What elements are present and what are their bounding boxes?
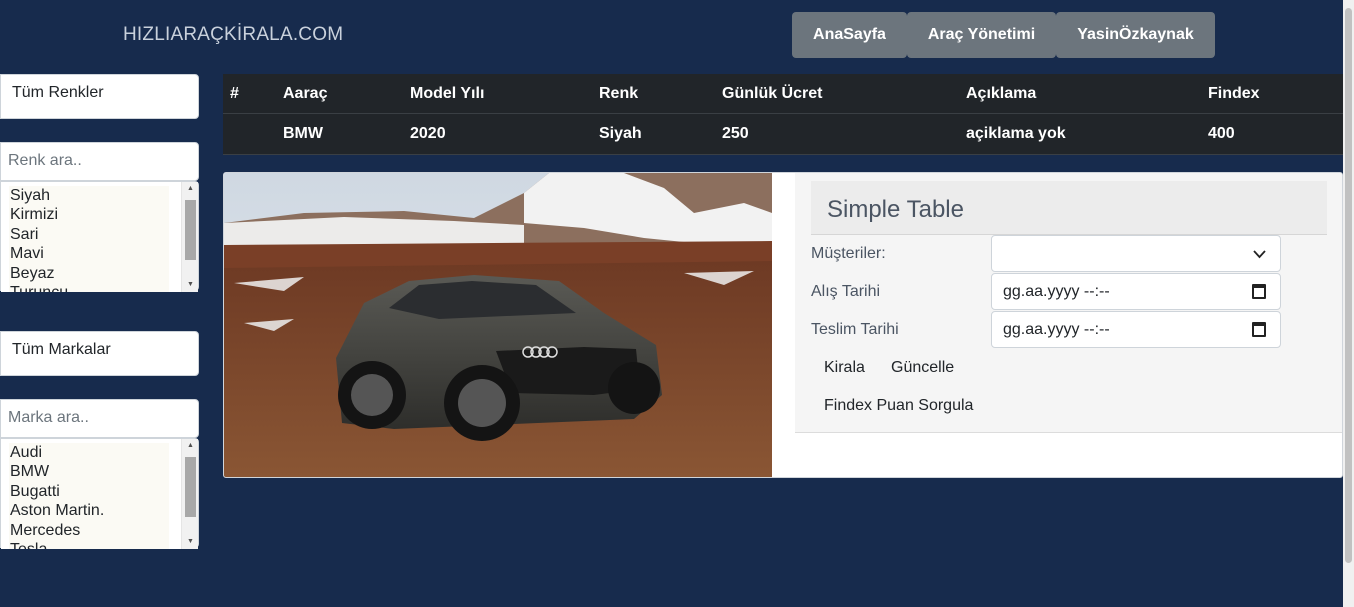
car-card: Simple Table Müşteriler: Alış Tarihi gg.…: [223, 172, 1343, 478]
scroll-down-icon[interactable]: ▼: [182, 278, 198, 292]
table-row: BMW 2020 Siyah 250 açiklama yok 400: [223, 114, 1343, 155]
all-colors-option[interactable]: Tüm Renkler: [0, 74, 199, 119]
customers-label: Müşteriler:: [811, 245, 886, 262]
cell-model-year: 2020: [410, 125, 446, 142]
color-search-input[interactable]: Renk ara..: [0, 142, 199, 181]
column-header: Aaraç: [283, 85, 328, 102]
pickup-date-label: Alış Tarihi: [811, 283, 881, 300]
page-scroll-thumb[interactable]: [1345, 8, 1352, 563]
calendar-icon[interactable]: [1252, 322, 1266, 337]
color-list[interactable]: Siyah Kirmizi Sari Mavi Beyaz Turuncu ▲ …: [0, 181, 199, 292]
brand-search-input[interactable]: Marka ara..: [0, 399, 199, 438]
nav-user-button[interactable]: YasinÖzkaynak: [1056, 12, 1215, 58]
color-option[interactable]: Beyaz: [9, 263, 169, 284]
cell-description: açiklama yok: [966, 125, 1066, 142]
color-search-placeholder: Renk ara..: [8, 152, 82, 169]
color-option[interactable]: Siyah: [9, 186, 169, 206]
pickup-date-input[interactable]: gg.aa.yyyy --:--: [991, 273, 1281, 310]
brand-title: HIZLIARAÇKİRALA.COM: [123, 24, 344, 45]
nav-home-button[interactable]: AnaSayfa: [792, 12, 907, 58]
color-option[interactable]: Turuncu: [9, 283, 169, 292]
scroll-thumb[interactable]: [185, 457, 196, 517]
cell-findex: 400: [1208, 125, 1235, 142]
column-header: #: [230, 85, 239, 102]
brand-search-placeholder: Marka ara..: [8, 409, 89, 426]
car-photo: [224, 173, 772, 477]
nav-vehicle-management-button[interactable]: Araç Yönetimi: [907, 12, 1056, 58]
return-date-input[interactable]: gg.aa.yyyy --:--: [991, 311, 1281, 348]
rental-form-panel: Simple Table Müşteriler: Alış Tarihi gg.…: [795, 173, 1342, 433]
all-brands-option[interactable]: Tüm Markalar: [0, 331, 199, 376]
page-scrollbar[interactable]: [1343, 0, 1354, 607]
color-option[interactable]: Mavi: [9, 244, 169, 264]
brand-option[interactable]: Aston Martin.: [9, 501, 169, 521]
brand-option[interactable]: BMW: [9, 462, 169, 482]
car-details-table: # Aaraç Model Yılı Renk Günlük Ücret Açı…: [223, 74, 1343, 155]
all-colors-label: Tüm Renkler: [12, 84, 104, 101]
cell-brand: BMW: [283, 125, 323, 142]
color-option[interactable]: Sari: [9, 224, 169, 245]
panel-title: Simple Table: [827, 196, 964, 223]
table-header-row: # Aaraç Model Yılı Renk Günlük Ücret Açı…: [223, 74, 1343, 114]
chevron-down-icon: [1253, 250, 1266, 259]
brand-option[interactable]: Mercedes: [9, 520, 169, 541]
return-date-label: Teslim Tarihi: [811, 321, 899, 338]
brand-option[interactable]: Tesla: [9, 540, 169, 549]
cell-color: Siyah: [599, 125, 642, 142]
panel-header: Simple Table: [811, 181, 1327, 235]
column-header: Model Yılı: [410, 85, 485, 102]
pickup-date-value: gg.aa.yyyy --:--: [1003, 283, 1110, 300]
column-header: Renk: [599, 85, 639, 102]
column-header: Açıklama: [966, 85, 1037, 102]
findex-query-button[interactable]: Findex Puan Sorgula: [824, 397, 973, 415]
color-list-scrollbar[interactable]: ▲ ▼: [181, 182, 198, 292]
color-option[interactable]: Kirmizi: [9, 205, 169, 225]
scroll-thumb[interactable]: [185, 200, 196, 260]
update-button[interactable]: Güncelle: [891, 359, 954, 377]
return-date-value: gg.aa.yyyy --:--: [1003, 321, 1110, 338]
brand-list-scrollbar[interactable]: ▲ ▼: [181, 439, 198, 549]
scroll-up-icon[interactable]: ▲: [182, 182, 198, 196]
scroll-down-icon[interactable]: ▼: [182, 535, 198, 549]
calendar-icon[interactable]: [1252, 284, 1266, 299]
column-header: Findex: [1208, 85, 1260, 102]
column-header: Günlük Ücret: [722, 85, 823, 102]
customers-select[interactable]: [991, 235, 1281, 272]
brand-option[interactable]: Bugatti: [9, 481, 169, 502]
rent-button[interactable]: Kirala: [824, 359, 865, 377]
scroll-up-icon[interactable]: ▲: [182, 439, 198, 453]
all-brands-label: Tüm Markalar: [12, 341, 111, 358]
brand-list[interactable]: Audi BMW Bugatti Aston Martin. Mercedes …: [0, 438, 199, 549]
brand-option[interactable]: Audi: [9, 443, 169, 463]
cell-daily-price: 250: [722, 125, 749, 142]
